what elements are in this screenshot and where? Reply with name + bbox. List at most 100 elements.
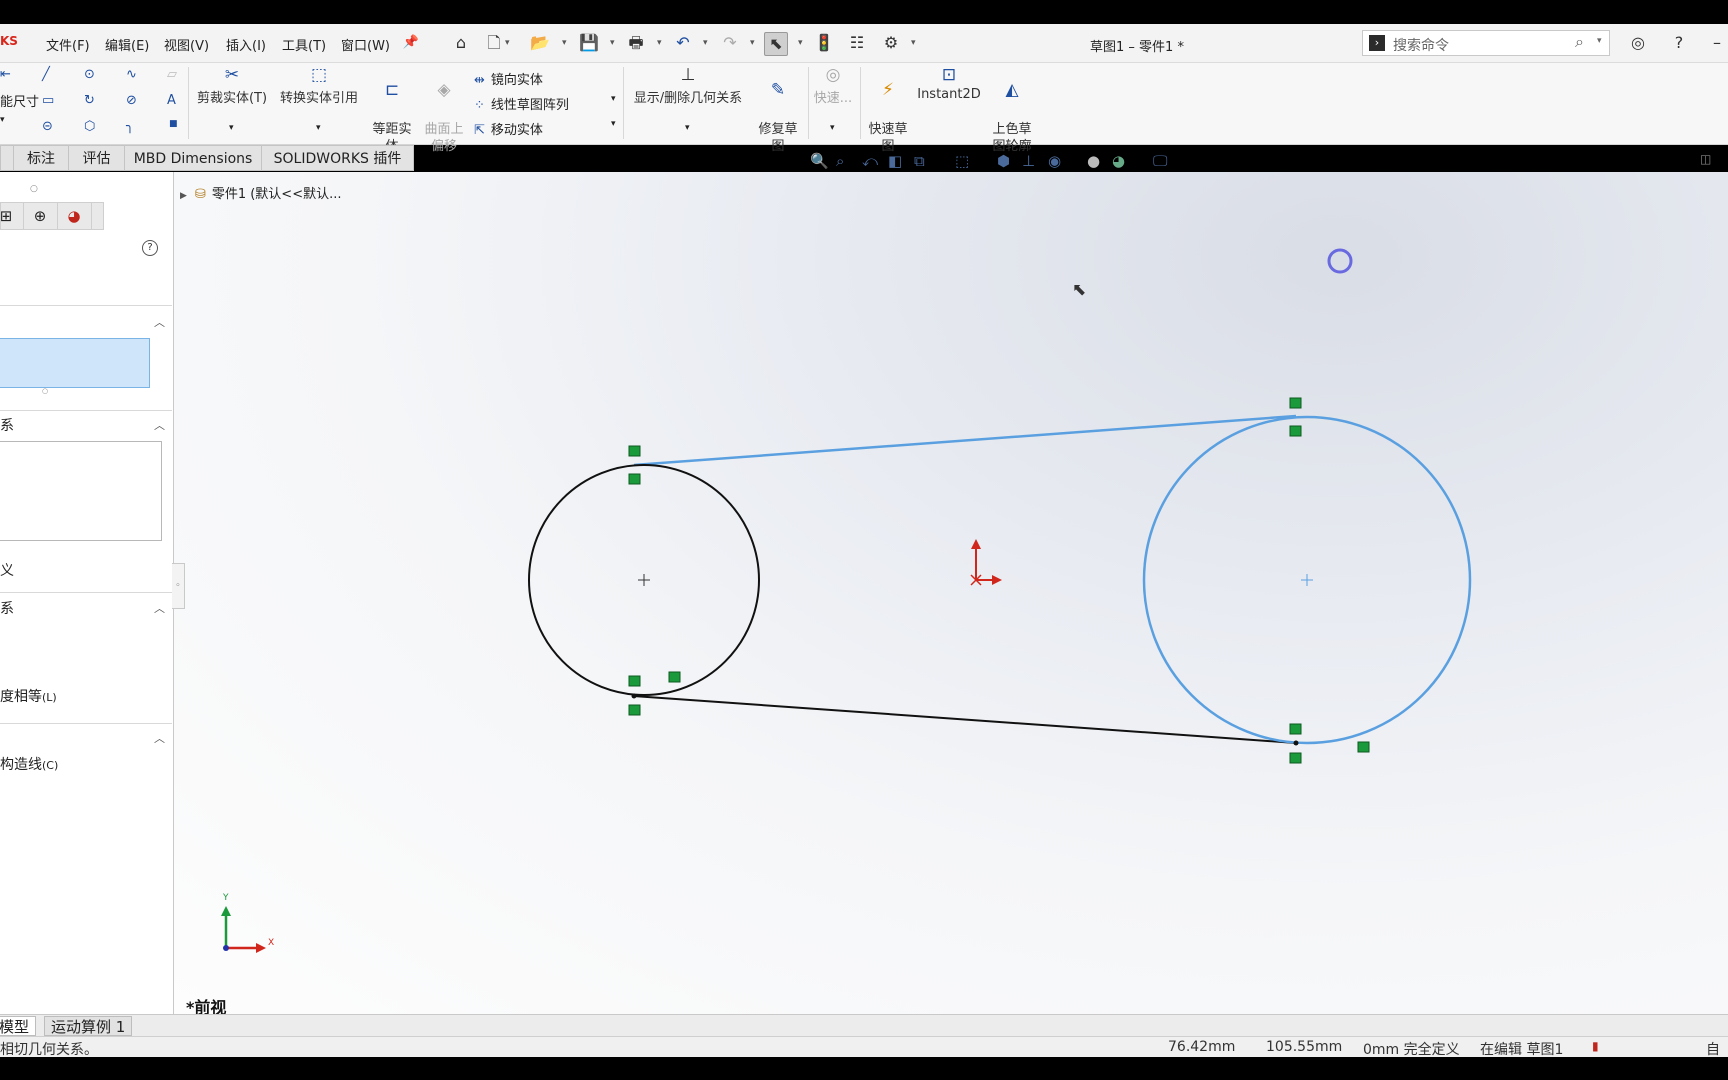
hide-show-items-icon[interactable]: ⊥: [1022, 152, 1035, 170]
collapse-chevron-icon[interactable]: ︿: [154, 417, 165, 433]
home-icon[interactable]: ⌂: [450, 32, 472, 54]
linear-pattern-dropdown-icon[interactable]: ▾: [611, 94, 616, 104]
line-tool-icon[interactable]: ╱: [42, 67, 50, 82]
list-resize-grip-icon[interactable]: ○: [42, 387, 48, 395]
zoom-to-fit-icon[interactable]: 🔍: [810, 152, 829, 170]
pin-icon[interactable]: 📌: [400, 32, 422, 54]
redo-dropdown-icon[interactable]: ▾: [750, 32, 755, 54]
existing-relations-list[interactable]: [0, 441, 162, 541]
trim-dropdown-icon[interactable]: ▾: [229, 123, 234, 133]
trim-entities-button[interactable]: ✂ 剪裁实体(T): [194, 65, 270, 106]
slot-tool-icon[interactable]: ⊝: [42, 119, 53, 134]
rebuild-indicator-icon[interactable]: ▮: [1592, 1039, 1599, 1053]
user-account-icon[interactable]: ◎: [1627, 32, 1649, 54]
polygon-tool-icon[interactable]: ⬡: [84, 119, 95, 134]
menu-edit[interactable]: 编辑(E): [105, 35, 149, 54]
zoom-to-area-icon[interactable]: ⌕: [836, 152, 844, 170]
rebuild-icon[interactable]: 🚦: [813, 32, 835, 54]
tab-solidworks-addins[interactable]: SOLIDWORKS 插件: [261, 145, 414, 171]
smart-dimension-dropdown-icon[interactable]: ▾: [0, 115, 5, 125]
display-delete-relations-button[interactable]: ⊥ 显示/删除几何关系: [628, 65, 748, 106]
search-placeholder[interactable]: 搜索命令: [1393, 35, 1449, 55]
selected-entities-list[interactable]: [0, 338, 150, 388]
section-view-icon[interactable]: ◧: [888, 152, 902, 170]
collapse-chevron-icon[interactable]: ︿: [154, 600, 165, 616]
tab-motion-study-1[interactable]: 运动算例 1: [44, 1016, 133, 1036]
menu-window[interactable]: 窗口(W): [341, 35, 390, 54]
select-pointer-icon[interactable]: ⬉: [764, 32, 788, 56]
equal-curvature-option[interactable]: 度相等(L): [0, 686, 57, 706]
open-dropdown-icon[interactable]: ▾: [562, 32, 567, 54]
smart-dimension-icon[interactable]: ⇤: [0, 67, 11, 82]
quick-snaps-dropdown-icon[interactable]: ▾: [830, 123, 835, 133]
rectangle-tool-icon[interactable]: ▭: [42, 93, 54, 108]
help-icon[interactable]: ?: [1668, 32, 1690, 54]
construction-option[interactable]: 构造线(C): [0, 754, 58, 774]
search-box[interactable]: › 搜索命令 ⌕ ▾: [1362, 30, 1610, 56]
dimxpert-tab-icon[interactable]: ⊕: [23, 203, 58, 229]
display-manager-tab-icon[interactable]: ◕: [57, 203, 92, 229]
minimize-icon[interactable]: –: [1706, 32, 1728, 54]
display-style-icon[interactable]: ⬢: [997, 152, 1010, 170]
print-dropdown-icon[interactable]: ▾: [657, 32, 662, 54]
instant2d-button[interactable]: ⊡ Instant2D: [916, 65, 982, 102]
scene-icon[interactable]: ◕: [1112, 152, 1125, 170]
configuration-manager-tab-icon[interactable]: ⊞: [0, 203, 24, 229]
quick-snaps-button[interactable]: ◎ 快速...: [812, 65, 854, 106]
spline-tool-icon[interactable]: ∿: [126, 67, 137, 82]
mirror-entities-button[interactable]: ⇹ 镜向实体: [474, 69, 543, 88]
select-dropdown-icon[interactable]: ▾: [798, 32, 803, 54]
redo-icon[interactable]: ↷: [719, 32, 741, 54]
linear-sketch-pattern-button[interactable]: ⁘ 线性草图阵列: [474, 94, 569, 113]
undo-dropdown-icon[interactable]: ▾: [703, 32, 708, 54]
panel-grip-icon[interactable]: ○: [30, 184, 38, 194]
new-document-icon[interactable]: 🗋: [483, 32, 505, 54]
offset-on-surface-button[interactable]: ◈ 曲面上 偏移: [420, 65, 468, 155]
help-question-icon[interactable]: ?: [142, 240, 158, 256]
edit-appearance-icon[interactable]: ◉: [1048, 152, 1061, 170]
panel-splitter[interactable]: ◦: [172, 563, 185, 609]
tab-annotation[interactable]: 标注: [13, 145, 69, 171]
graphics-area[interactable]: [174, 172, 1728, 1014]
relations-dropdown-icon[interactable]: ▾: [685, 123, 690, 133]
rapid-sketch-button[interactable]: ⚡ 快速草 图: [862, 65, 914, 155]
arc-tool-icon[interactable]: ↻: [84, 93, 95, 108]
tab-cutoff[interactable]: [0, 145, 14, 171]
apply-scene-icon[interactable]: ●: [1087, 152, 1100, 170]
view-settings-icon[interactable]: 🖵: [1153, 152, 1167, 170]
repair-sketch-button[interactable]: ✎ 修复草 图: [752, 65, 804, 155]
open-folder-icon[interactable]: 📂: [529, 32, 551, 54]
menu-file[interactable]: 文件(F): [46, 35, 90, 54]
tab-model[interactable]: 模型: [0, 1016, 37, 1036]
ellipse-tool-icon[interactable]: ⊘: [126, 93, 137, 108]
menu-view[interactable]: 视图(V): [164, 35, 209, 54]
plane-tool-icon[interactable]: ▱: [167, 67, 177, 82]
move-entities-button[interactable]: ⇱ 移动实体: [474, 119, 543, 138]
search-dropdown-icon[interactable]: ▾: [1597, 36, 1602, 46]
print-icon[interactable]: 🖶: [625, 32, 647, 54]
save-dropdown-icon[interactable]: ▾: [610, 32, 615, 54]
shaded-sketch-contours-button[interactable]: ◭ 上色草 图轮廓: [986, 65, 1038, 155]
tab-evaluate[interactable]: 评估: [68, 145, 125, 171]
collapse-chevron-icon[interactable]: ︿: [154, 730, 165, 746]
collapse-chevron-icon[interactable]: ︿: [154, 314, 165, 330]
previous-view-icon[interactable]: ⤺: [862, 152, 878, 170]
view-orientation-icon[interactable]: ⬚: [955, 152, 969, 170]
offset-entities-button[interactable]: ⊏ 等距实 体: [368, 65, 416, 155]
convert-dropdown-icon[interactable]: ▾: [316, 123, 321, 133]
options-dropdown-icon[interactable]: ▾: [911, 32, 916, 54]
smart-dimension-label[interactable]: 能尺寸: [0, 91, 39, 110]
feature-tree-flyout[interactable]: ▶ ⛁ 零件1 (默认<<默认...: [180, 183, 342, 202]
menu-insert[interactable]: 插入(I): [226, 35, 266, 54]
tree-root-label[interactable]: 零件1 (默认<<默认...: [212, 187, 342, 202]
circle-tool-icon[interactable]: ⊙: [84, 67, 95, 82]
move-dropdown-icon[interactable]: ▾: [611, 119, 616, 129]
save-icon[interactable]: 💾: [578, 32, 600, 54]
tree-expand-icon[interactable]: ▶: [180, 191, 187, 201]
new-dropdown-icon[interactable]: ▾: [505, 32, 510, 54]
search-icon[interactable]: ⌕: [1575, 32, 1584, 52]
undo-icon[interactable]: ↶: [672, 32, 694, 54]
tab-mbd-dimensions[interactable]: MBD Dimensions: [124, 145, 262, 171]
text-tool-icon[interactable]: A: [167, 93, 176, 108]
menu-tools[interactable]: 工具(T): [282, 35, 326, 54]
